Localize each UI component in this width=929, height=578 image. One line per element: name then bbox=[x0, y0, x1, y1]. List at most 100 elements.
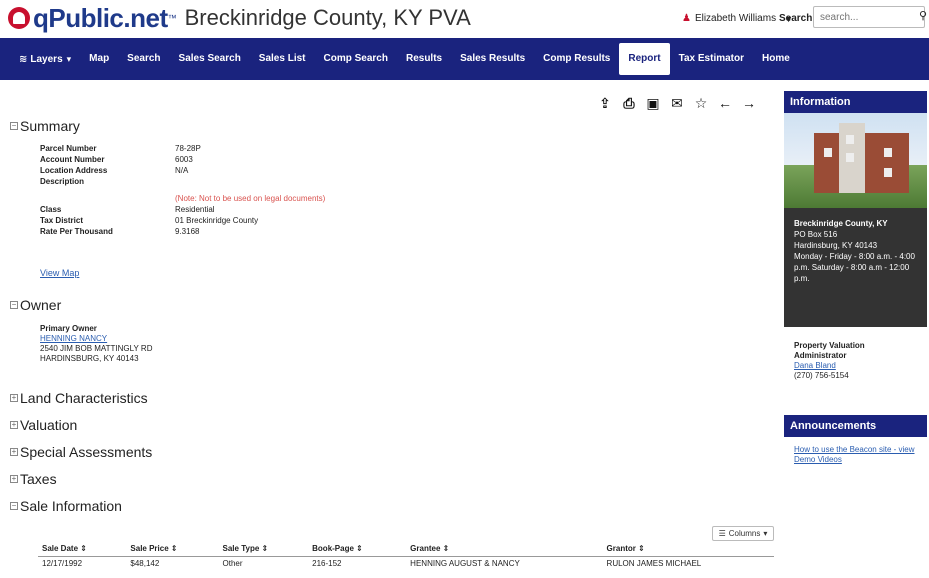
report-toolbar: ⇪ ⎙ ▣ ✉ ☆ ← → bbox=[598, 95, 756, 112]
pva-contact: Property Valuation Administrator Dana Bl… bbox=[784, 327, 927, 401]
print-icon[interactable]: ⎙ bbox=[622, 95, 636, 111]
rate-per-thousand: 9.3168 bbox=[175, 227, 200, 236]
summary-header[interactable]: − Summary bbox=[10, 118, 80, 134]
site-logo[interactable]: qPublic.net ™ Breckinridge County, KY PV… bbox=[8, 2, 471, 33]
office-info-card: Breckinridge County, KY PO Box 516 Hardi… bbox=[784, 208, 927, 327]
view-map-link[interactable]: View Map bbox=[40, 268, 79, 278]
logo-text: qPublic.net bbox=[33, 2, 168, 33]
owner-address-line2: HARDINSBURG, KY 40143 bbox=[40, 354, 139, 363]
email-icon[interactable]: ✉ bbox=[670, 95, 684, 111]
owner-address-line1: 2540 JIM BOB MATTINGLY RD bbox=[40, 344, 153, 353]
county-title: Breckinridge County, KY PVA bbox=[184, 5, 471, 30]
sort-icon: ⇕ bbox=[638, 544, 645, 554]
office-name: Breckinridge County, KY bbox=[794, 219, 888, 228]
sort-icon: ⇕ bbox=[356, 544, 363, 554]
pva-name-link[interactable]: Dana Bland bbox=[794, 361, 836, 370]
top-header: qPublic.net ™ Breckinridge County, KY PV… bbox=[0, 0, 929, 38]
nav-sales-list[interactable]: Sales List bbox=[250, 43, 315, 75]
expand-icon: + bbox=[10, 474, 18, 483]
capitol-dome-icon bbox=[8, 7, 30, 29]
star-icon[interactable]: ☆ bbox=[694, 95, 708, 111]
account-number: 6003 bbox=[175, 155, 193, 164]
nav-tax-estimator[interactable]: Tax Estimator bbox=[670, 43, 753, 75]
nav-home[interactable]: Home bbox=[753, 43, 799, 75]
forward-arrow-icon[interactable]: → bbox=[742, 95, 756, 111]
book-page-column[interactable]: Book-Page ⇕ bbox=[308, 542, 407, 557]
taxes-header[interactable]: + Taxes bbox=[10, 471, 57, 487]
nav-search[interactable]: Search bbox=[118, 43, 169, 75]
location-address: N/A bbox=[175, 166, 189, 175]
main-nav: ≋ Layers ▾ Map Search Sales Search Sales L… bbox=[0, 38, 929, 80]
special-assessments-header[interactable]: + Special Assessments bbox=[10, 444, 152, 460]
user-menu[interactable]: ♟ Elizabeth Williams ▼ bbox=[682, 13, 793, 24]
nav-comp-results[interactable]: Comp Results bbox=[534, 43, 619, 75]
pva-phone: (270) 756-5154 bbox=[794, 371, 849, 380]
sale-type: Other bbox=[222, 558, 243, 568]
summary-key: Class bbox=[40, 205, 62, 214]
nav-sales-search[interactable]: Sales Search bbox=[170, 43, 250, 75]
parcel-number: 78-28P bbox=[175, 144, 201, 153]
sale-date-column[interactable]: Sale Date ⇕ bbox=[38, 542, 127, 557]
expand-icon: + bbox=[10, 420, 18, 429]
nav-map[interactable]: Map bbox=[80, 43, 118, 75]
grantee: HENNING AUGUST & NANCY bbox=[410, 558, 520, 568]
announcement-link[interactable]: How to use the Beacon site - view Demo V… bbox=[794, 445, 915, 464]
search-label: Search bbox=[779, 13, 813, 24]
information-header: Information bbox=[784, 91, 927, 113]
owner-name-link[interactable]: HENNING NANCY bbox=[40, 334, 107, 343]
legal-note: (Note: Not to be used on legal documents… bbox=[175, 194, 326, 203]
announcements-body: How to use the Beacon site - view Demo V… bbox=[784, 437, 927, 473]
nav-report[interactable]: Report bbox=[619, 43, 670, 75]
collapse-icon: − bbox=[10, 121, 18, 130]
sale-price-column[interactable]: Sale Price ⇕ bbox=[126, 542, 219, 557]
owner-header[interactable]: − Owner bbox=[10, 297, 61, 313]
sale-table-header-row: Sale Date ⇕ Sale Price ⇕ Sale Type ⇕ Boo… bbox=[38, 542, 774, 557]
search-icon[interactable]: ⚲ bbox=[919, 9, 927, 22]
search-input[interactable] bbox=[813, 6, 925, 28]
share-icon[interactable]: ⇪ bbox=[598, 95, 612, 111]
nav-sales-results[interactable]: Sales Results bbox=[451, 43, 534, 75]
announcements-header: Announcements bbox=[784, 415, 927, 437]
class-value: Residential bbox=[175, 205, 215, 214]
table-row: 12/17/1992 $48,142 Other 216-152 HENNING… bbox=[38, 556, 774, 570]
valuation-header[interactable]: + Valuation bbox=[10, 417, 77, 433]
sale-price: $48,142 bbox=[130, 558, 160, 568]
book-page: 216-152 bbox=[312, 558, 342, 568]
land-characteristics-header[interactable]: + Land Characteristics bbox=[10, 390, 148, 406]
sale-information-header[interactable]: − Sale Information bbox=[10, 498, 122, 514]
sale-table: Sale Date ⇕ Sale Price ⇕ Sale Type ⇕ Boo… bbox=[38, 542, 774, 570]
office-address-line2: Hardinsburg, KY 40143 bbox=[794, 241, 878, 250]
grantor-column[interactable]: Grantor ⇕ bbox=[602, 542, 774, 557]
primary-owner-label: Primary Owner bbox=[40, 324, 97, 333]
columns-dropdown[interactable]: ☰ Columns ▾ bbox=[712, 526, 774, 541]
sale-date: 12/17/1992 bbox=[42, 558, 83, 568]
chevron-down-icon: ▾ bbox=[763, 529, 768, 538]
summary-key: Parcel Number bbox=[40, 144, 97, 153]
user-icon: ♟ bbox=[681, 13, 691, 24]
user-name: Elizabeth Williams bbox=[694, 13, 777, 24]
info-sidebar: Information Breckinridge County, KY PO B… bbox=[784, 91, 927, 578]
layers-icon: ≋ bbox=[19, 54, 28, 65]
expand-icon: + bbox=[10, 393, 18, 402]
grantee-column[interactable]: Grantee ⇕ bbox=[406, 542, 603, 557]
sort-icon: ⇕ bbox=[442, 544, 450, 554]
sort-icon: ⇕ bbox=[261, 544, 269, 554]
back-arrow-icon[interactable]: ← bbox=[718, 95, 732, 111]
nav-comp-search[interactable]: Comp Search bbox=[315, 43, 397, 75]
office-hours: Monday - Friday - 8:00 a.m. - 4:00 p.m. … bbox=[794, 252, 915, 283]
summary-key: Rate Per Thousand bbox=[40, 227, 113, 236]
nav-results[interactable]: Results bbox=[397, 43, 451, 75]
sort-icon: ⇕ bbox=[170, 544, 178, 554]
image-icon[interactable]: ▣ bbox=[646, 95, 660, 111]
summary-key: Description bbox=[40, 177, 85, 186]
collapse-icon: − bbox=[10, 300, 18, 309]
logo-trademark: ™ bbox=[167, 13, 177, 23]
summary-key: Tax District bbox=[40, 216, 83, 225]
tax-district: 01 Breckinridge County bbox=[175, 216, 259, 225]
sale-type-column[interactable]: Sale Type ⇕ bbox=[218, 542, 309, 557]
summary-key: Location Address bbox=[40, 166, 108, 175]
report-content: ⇪ ⎙ ▣ ✉ ☆ ← → − Summary Parcel Number 78… bbox=[8, 80, 784, 578]
columns-icon: ☰ bbox=[718, 529, 726, 538]
expand-icon: + bbox=[10, 447, 18, 456]
nav-layers[interactable]: ≋ Layers ▾ bbox=[10, 43, 80, 75]
